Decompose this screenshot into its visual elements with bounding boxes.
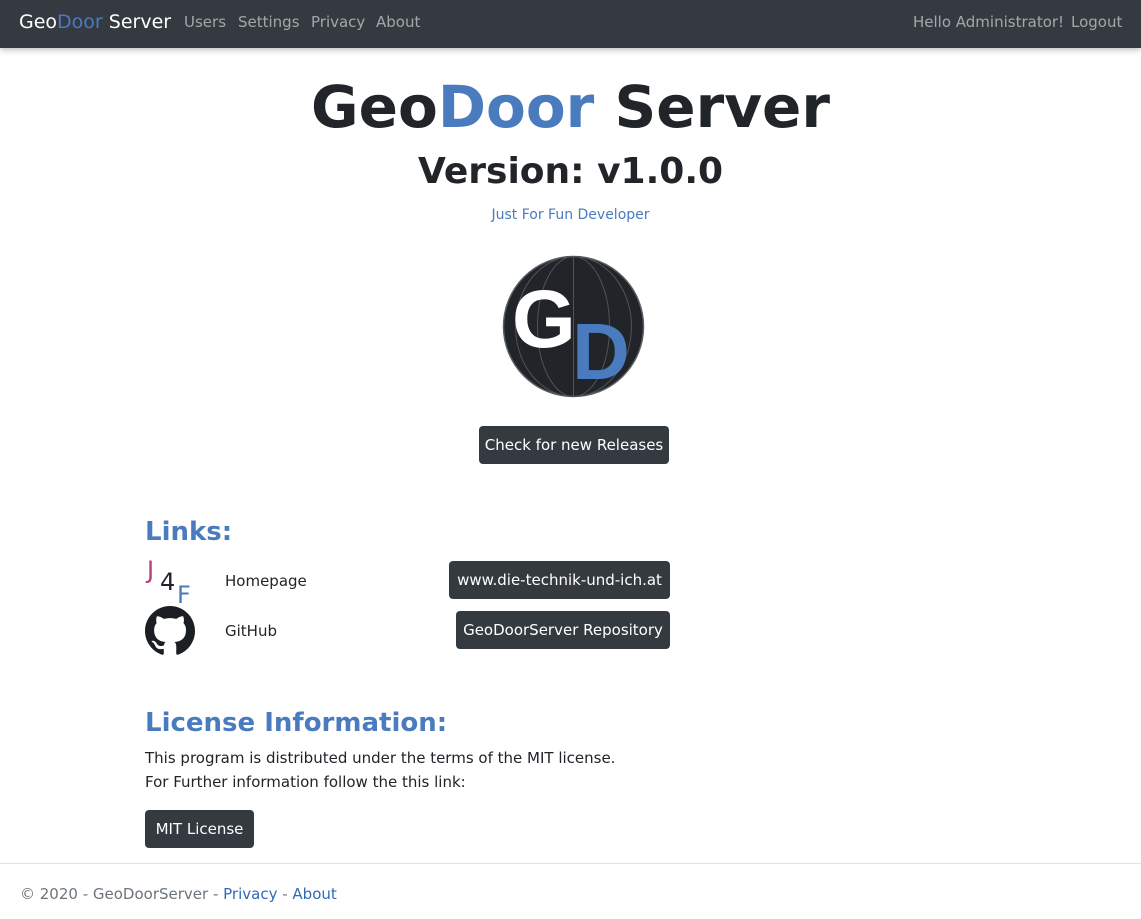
developer-link[interactable]: Just For Fun Developer [491,207,649,223]
footer-privacy-link[interactable]: Privacy [223,885,277,903]
footer-separator: - [277,885,293,903]
developer-link-wrap: Just For Fun Developer [0,205,1141,225]
github-label: GitHub [225,622,277,640]
j4f-letter-f: F [177,581,191,604]
footer-about-link[interactable]: About [292,885,336,903]
brand-geo: Geo [19,11,58,33]
title-door: Door [437,73,595,141]
j4f-letter-4: 4 [160,568,175,596]
nav-greeting[interactable]: Hello Administrator! [913,13,1064,31]
homepage-label: Homepage [225,572,307,590]
page-title: GeoDoor Server [0,72,1141,142]
logo-letter-d: D [572,307,630,396]
logo-letter-g: G [512,274,576,365]
license-heading: License Information: [145,708,448,738]
nav-settings[interactable]: Settings [238,13,300,31]
check-releases-button[interactable]: Check for new Releases [479,426,669,464]
nav-users[interactable]: Users [184,13,226,31]
j4f-logo-icon: J 4 F [145,556,191,604]
homepage-button[interactable]: www.die-technik-und-ich.at [449,561,670,599]
github-repo-button[interactable]: GeoDoorServer Repository [456,611,670,649]
license-text-line1: This program is distributed under the te… [145,749,616,767]
version-heading: Version: v1.0.0 [417,151,724,192]
nav-logout[interactable]: Logout [1071,13,1122,31]
footer-copyright: © 2020 - GeoDoorServer - [20,885,224,903]
mit-license-button[interactable]: MIT License [145,810,254,848]
nav-about[interactable]: About [376,13,420,31]
nav-privacy[interactable]: Privacy [311,13,365,31]
title-geo: Geo [311,73,438,141]
brand-link[interactable]: GeoDoor Server [19,11,171,33]
license-text-line2: For Further information follow the this … [145,773,466,791]
brand-door: Door [57,11,103,33]
title-server: Server [594,73,830,141]
brand-server: Server [102,11,172,33]
geodoor-logo-icon: G D [502,255,645,398]
links-heading: Links: [145,517,233,547]
github-icon [145,606,195,655]
footer-text: © 2020 - GeoDoorServer - Privacy - About [20,885,337,903]
footer: © 2020 - GeoDoorServer - Privacy - About [0,863,1141,919]
navbar: GeoDoor Server Users Settings Privacy Ab… [0,0,1141,48]
j4f-letter-j: J [145,556,154,584]
